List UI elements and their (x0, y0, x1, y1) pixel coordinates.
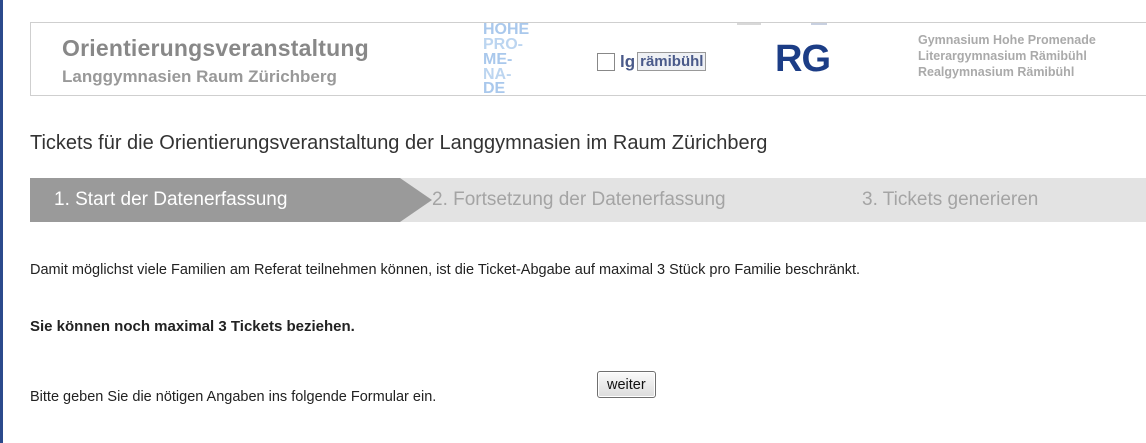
logo-decoration (737, 23, 761, 25)
step-2-label: 2. Fortsetzung der Datenerfassung (432, 189, 726, 210)
lg-logo-square (597, 52, 615, 71)
school-list: Gymnasium Hohe Promenade Literargymnasiu… (918, 32, 1096, 80)
rg-logo: RG (775, 38, 831, 80)
page-title: Tickets für die Orientierungsveranstaltu… (30, 132, 768, 154)
form-instruction: Bitte geben Sie die nötigen Angaben ins … (30, 389, 437, 405)
remaining-tickets-notice: Sie können noch maximal 3 Tickets bezieh… (30, 318, 355, 335)
hope-logo-line: DE (483, 80, 506, 94)
left-border (0, 0, 3, 443)
lg-raemibuehl-logo: lg rämibühl (597, 51, 707, 72)
progress-steps: 1. Start der Datenerfassung 2. Fortsetzu… (30, 178, 1146, 222)
event-title: Orientierungsveranstaltung (62, 35, 369, 61)
school-name: Gymnasium Hohe Promenade (918, 33, 1096, 47)
logo-decoration (811, 23, 827, 25)
school-name: Literargymnasium Rämibühl (918, 49, 1087, 63)
step-3-label: 3. Tickets generieren (862, 189, 1039, 210)
ticket-limit-info: Damit möglichst viele Familien am Refera… (30, 262, 861, 278)
continue-button[interactable]: weiter (597, 371, 656, 398)
header-banner: Orientierungsveranstaltung Langgymnasien… (30, 21, 1146, 96)
step-1-label: 1. Start der Datenerfassung (54, 189, 288, 210)
school-name: Realgymnasium Rämibühl (918, 65, 1075, 79)
lg-logo-prefix: lg (620, 51, 636, 71)
event-subtitle: Langgymnasien Raum Zürichberg (62, 67, 337, 86)
lg-logo-name: rämibühl (637, 52, 707, 71)
hohe-promenade-logo: HOHE PRO- ME- NA- DE (483, 21, 530, 94)
